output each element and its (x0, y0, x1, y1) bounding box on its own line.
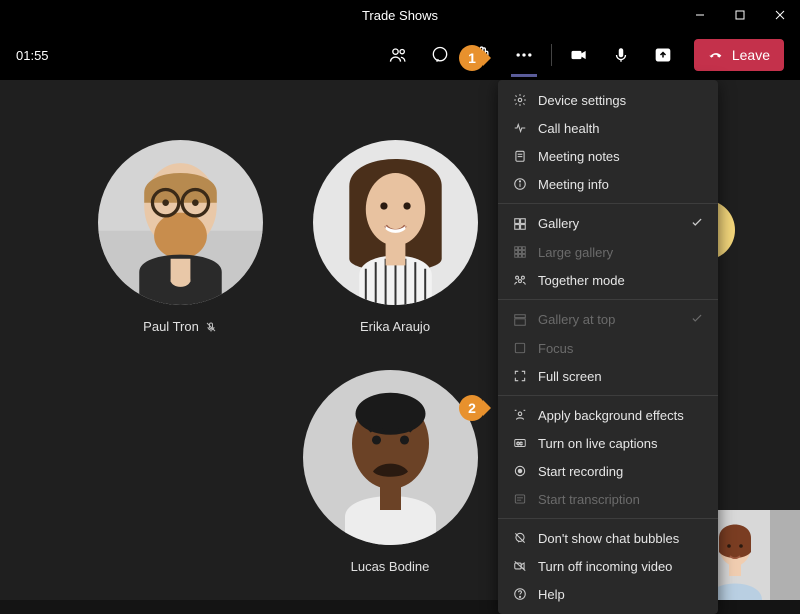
mic-muted-icon (205, 321, 217, 333)
meeting-toolbar: 01:55 (0, 30, 800, 80)
window-title: Trade Shows (362, 8, 438, 23)
menu-label: Help (538, 587, 565, 602)
close-button[interactable] (760, 0, 800, 30)
menu-label: Gallery (538, 216, 579, 231)
callout-2: 2 (459, 395, 485, 421)
more-active-indicator (511, 74, 537, 77)
gear-icon (512, 92, 528, 108)
check-icon (690, 311, 704, 328)
callout-number: 2 (468, 400, 476, 416)
menu-device-settings[interactable]: Device settings (498, 86, 718, 114)
svg-text:CC: CC (517, 441, 523, 446)
avatar-paul (98, 140, 263, 305)
menu-label: Focus (538, 341, 573, 356)
menu-gallery-at-top: Gallery at top (498, 305, 718, 334)
menu-label: Gallery at top (538, 312, 615, 327)
menu-gallery[interactable]: Gallery (498, 209, 718, 238)
menu-label: Turn on live captions (538, 436, 657, 451)
toolbar-divider (551, 44, 552, 66)
menu-separator (498, 395, 718, 396)
menu-live-captions[interactable]: CC Turn on live captions (498, 429, 718, 457)
avatar-erika (313, 140, 478, 305)
more-actions-menu: Device settings Call health Meeting note… (498, 80, 718, 614)
camera-button[interactable] (558, 35, 600, 75)
participant-erika[interactable]: Erika Araujo (305, 140, 485, 334)
check-icon (690, 215, 704, 232)
hangup-icon (708, 47, 724, 63)
maximize-button[interactable] (720, 0, 760, 30)
menu-separator (498, 299, 718, 300)
fullscreen-icon (512, 368, 528, 384)
menu-call-health[interactable]: Call health (498, 114, 718, 142)
toolbar-actions: Leave (377, 35, 784, 75)
menu-label: Large gallery (538, 245, 613, 260)
menu-full-screen[interactable]: Full screen (498, 362, 718, 390)
record-icon (512, 463, 528, 479)
together-icon (512, 272, 528, 288)
callout-number: 1 (468, 50, 476, 66)
chat-button[interactable] (419, 35, 461, 75)
video-off-icon (512, 558, 528, 574)
participant-name: Lucas Bodine (351, 559, 430, 574)
participant-name-row: Paul Tron (90, 319, 270, 334)
focus-icon (512, 340, 528, 356)
menu-label: Don't show chat bubbles (538, 531, 679, 546)
participant-name-row: Lucas Bodine (290, 559, 490, 574)
gallery-icon (512, 216, 528, 232)
transcription-icon (512, 491, 528, 507)
large-gallery-icon (512, 244, 528, 260)
pulse-icon (512, 120, 528, 136)
menu-help[interactable]: Help (498, 580, 718, 608)
menu-together-mode[interactable]: Together mode (498, 266, 718, 294)
menu-label: Device settings (538, 93, 626, 108)
leave-label: Leave (732, 47, 770, 63)
menu-label: Start transcription (538, 492, 640, 507)
menu-label: Meeting info (538, 177, 609, 192)
menu-label: Start recording (538, 464, 623, 479)
menu-meeting-info[interactable]: Meeting info (498, 170, 718, 198)
participant-name: Erika Araujo (360, 319, 430, 334)
callout-1: 1 (459, 45, 485, 71)
call-timer: 01:55 (16, 48, 49, 63)
participant-paul[interactable]: Paul Tron (90, 140, 270, 334)
background-effects-icon (512, 407, 528, 423)
participant-name: Paul Tron (143, 319, 199, 334)
menu-label: Apply background effects (538, 408, 684, 423)
menu-dont-show-chat[interactable]: Don't show chat bubbles (498, 524, 718, 552)
menu-label: Full screen (538, 369, 602, 384)
title-bar: Trade Shows (0, 0, 800, 30)
participants-button[interactable] (377, 35, 419, 75)
more-actions-button[interactable] (503, 35, 545, 75)
avatar-lucas (303, 370, 478, 545)
minimize-button[interactable] (680, 0, 720, 30)
menu-label: Meeting notes (538, 149, 620, 164)
menu-large-gallery: Large gallery (498, 238, 718, 266)
menu-focus: Focus (498, 334, 718, 362)
menu-label: Together mode (538, 273, 625, 288)
menu-label: Call health (538, 121, 599, 136)
captions-icon: CC (512, 435, 528, 451)
leave-button[interactable]: Leave (694, 39, 784, 71)
gallery-top-icon (512, 312, 528, 328)
menu-label: Turn off incoming video (538, 559, 672, 574)
menu-meeting-notes[interactable]: Meeting notes (498, 142, 718, 170)
menu-turn-off-video[interactable]: Turn off incoming video (498, 552, 718, 580)
share-button[interactable] (642, 35, 684, 75)
menu-separator (498, 518, 718, 519)
window-controls (680, 0, 800, 30)
notes-icon (512, 148, 528, 164)
chat-off-icon (512, 530, 528, 546)
menu-start-recording[interactable]: Start recording (498, 457, 718, 485)
microphone-button[interactable] (600, 35, 642, 75)
menu-separator (498, 203, 718, 204)
menu-start-transcription: Start transcription (498, 485, 718, 513)
menu-apply-background[interactable]: Apply background effects (498, 401, 718, 429)
participant-name-row: Erika Araujo (305, 319, 485, 334)
info-icon (512, 176, 528, 192)
